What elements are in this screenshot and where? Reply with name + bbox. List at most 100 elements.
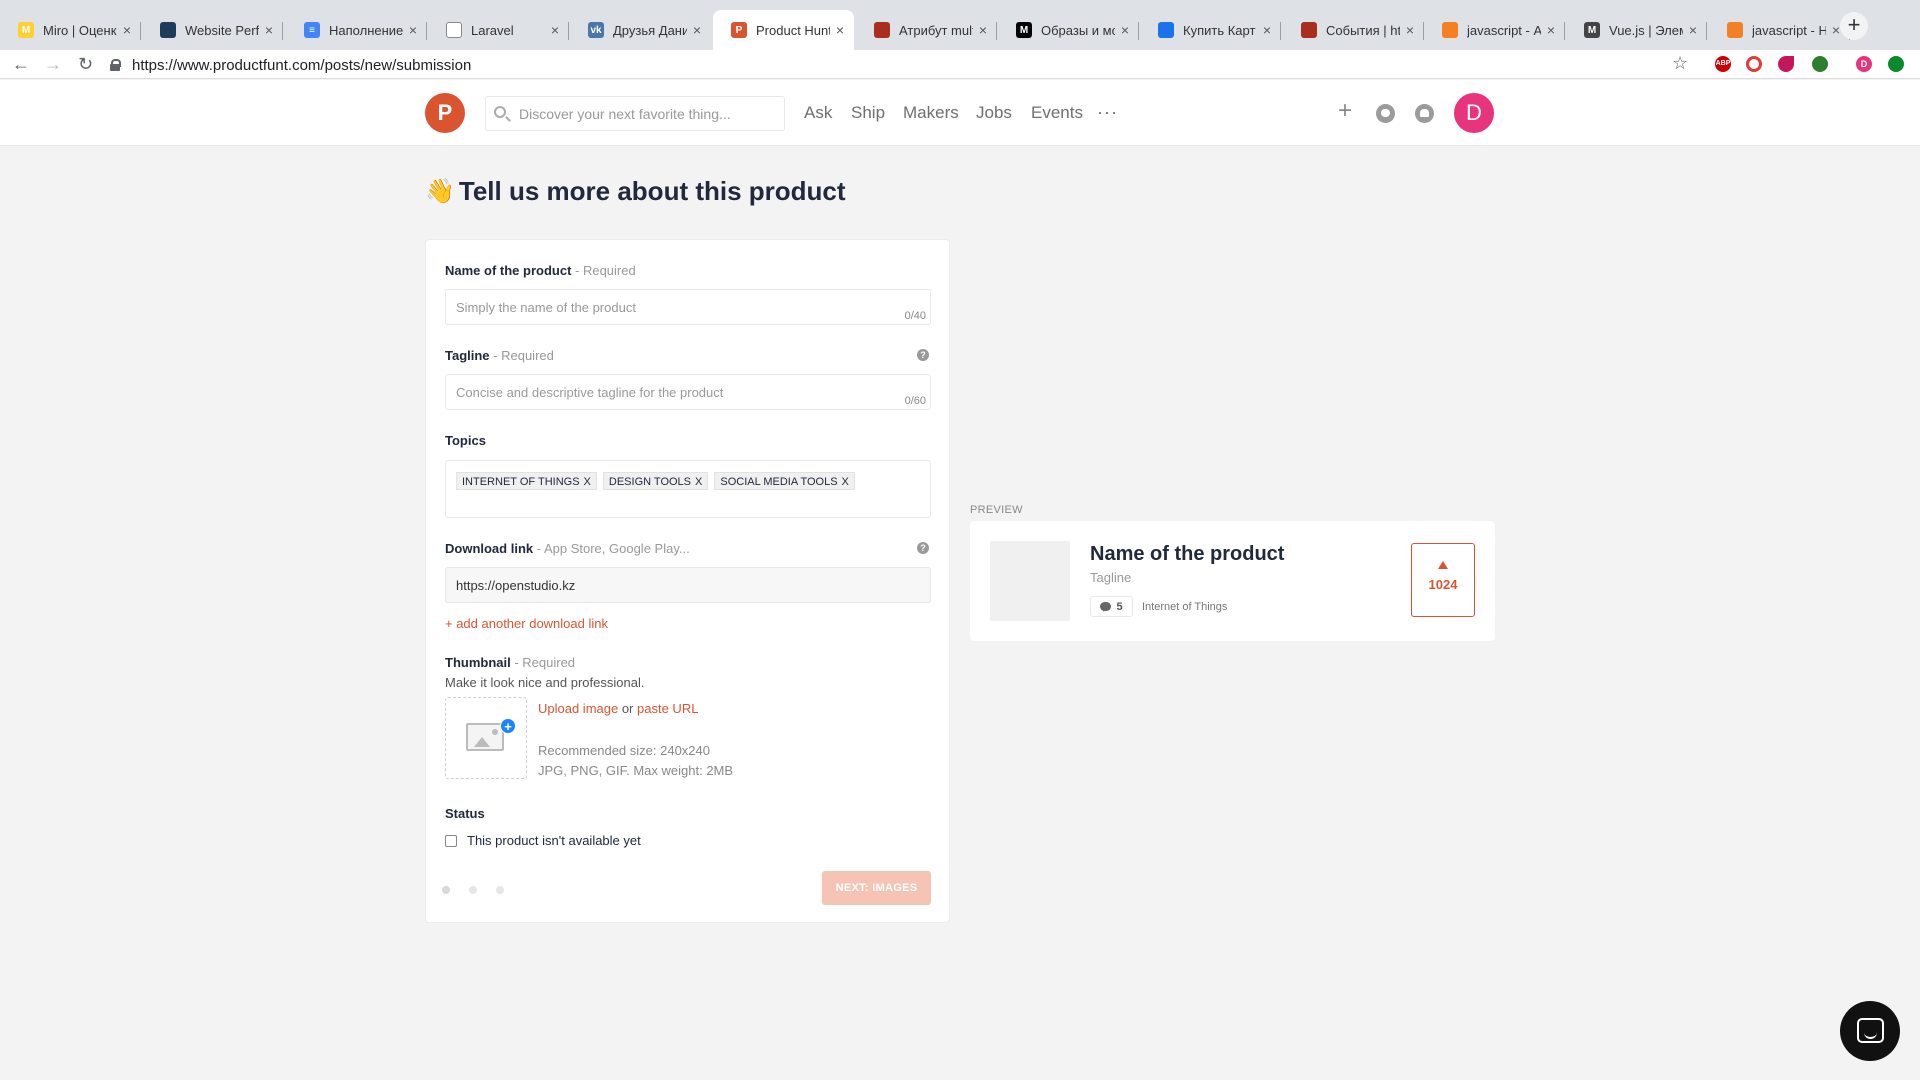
address-bar: ← → ↻ https://www.productfunt.com/posts/…	[0, 50, 1920, 79]
url-field[interactable]: https://www.productfunt.com/posts/new/su…	[110, 52, 1700, 78]
lock-icon	[110, 59, 121, 71]
browser-tab[interactable]: Купить Карт ×	[1140, 10, 1281, 50]
document-icon	[446, 22, 462, 38]
close-tab-icon[interactable]: ×	[123, 22, 131, 38]
metanit-icon: M	[1584, 22, 1600, 38]
nav-jobs[interactable]: Jobs	[976, 103, 1012, 123]
preview-tagline: Tagline	[1090, 570, 1132, 585]
tagline-input[interactable]	[446, 375, 930, 409]
new-tab-button[interactable]: +	[1840, 12, 1868, 40]
nav-events[interactable]: Events	[1031, 103, 1083, 123]
grammarly-extension-icon[interactable]	[1812, 56, 1828, 72]
close-tab-icon[interactable]: ×	[1547, 22, 1555, 38]
messages-icon[interactable]	[1376, 104, 1395, 123]
close-tab-icon[interactable]: ×	[1689, 22, 1697, 38]
unavailable-checkbox-row[interactable]: This product isn't available yet	[445, 833, 641, 848]
target-extension-icon[interactable]	[1746, 56, 1762, 72]
profile-avatar-icon[interactable]: D	[1856, 56, 1872, 72]
htmlbook-icon	[874, 22, 890, 38]
image-placeholder-icon	[466, 723, 504, 751]
tab-title: Друзья Дани	[613, 22, 687, 38]
download-help-icon[interactable]: ?	[917, 542, 929, 554]
preview-thumbnail	[990, 541, 1070, 621]
close-tab-icon[interactable]: ×	[1832, 22, 1840, 38]
next-images-button[interactable]: NEXT: IMAGES	[822, 871, 931, 905]
close-tab-icon[interactable]: ×	[693, 22, 701, 38]
tab-title: Купить Карт	[1183, 22, 1256, 38]
remove-topic-icon[interactable]: X	[695, 476, 702, 488]
forward-arrow-icon[interactable]: →	[44, 54, 62, 75]
htmlbook-icon	[1301, 22, 1317, 38]
close-tab-icon[interactable]: ×	[551, 22, 559, 38]
close-tab-icon[interactable]: ×	[836, 22, 844, 38]
topics-input[interactable]: INTERNET OF THINGS X DESIGN TOOLS X SOCIAL M…	[445, 460, 931, 518]
remove-topic-icon[interactable]: X	[842, 476, 849, 488]
remove-topic-icon[interactable]: X	[584, 476, 591, 488]
add-image-icon[interactable]: +	[500, 718, 516, 734]
search-box[interactable]	[485, 96, 785, 131]
browser-tab[interactable]: Laravel ×	[428, 10, 569, 50]
upvote-arrow-icon	[1438, 561, 1448, 569]
back-arrow-icon[interactable]: ←	[12, 54, 30, 75]
browser-tab[interactable]: M Vue.js | Элем ×	[1566, 10, 1707, 50]
nav-ask[interactable]: Ask	[804, 103, 832, 123]
adblock-extension-icon[interactable]: ABP	[1715, 56, 1731, 72]
topic-chip: INTERNET OF THINGS X	[456, 472, 597, 490]
search-input[interactable]	[519, 105, 769, 122]
bookmark-star-icon[interactable]: ☆	[1672, 53, 1688, 74]
name-input[interactable]	[446, 290, 930, 324]
name-field[interactable]: 0/40	[445, 289, 931, 325]
browser-tab[interactable]: События | htm ×	[1283, 10, 1424, 50]
browser-tab[interactable]: javascript - А ×	[1424, 10, 1565, 50]
tab-title: Miro | Оценк	[43, 22, 117, 38]
download-link-field[interactable]	[445, 567, 931, 603]
paste-url-link[interactable]: paste URL	[637, 701, 698, 716]
close-tab-icon[interactable]: ×	[409, 22, 417, 38]
preview-card: Name of the product Tagline 5 Internet o…	[970, 521, 1495, 641]
notifications-icon[interactable]	[1415, 104, 1434, 123]
extension-icon[interactable]	[1888, 56, 1904, 72]
tagline-counter: 0/60	[904, 395, 926, 407]
upvote-button[interactable]: 1024	[1411, 543, 1475, 617]
unavailable-checkbox[interactable]	[445, 834, 457, 847]
download-link-label: Download link - App Store, Google Play..…	[445, 541, 690, 556]
preview-comments: 5	[1090, 596, 1133, 617]
thumbnail-hint: Make it look nice and professional.	[445, 675, 645, 690]
url-text[interactable]: https://www.productfunt.com/posts/new/su…	[132, 57, 471, 74]
tagline-help-icon[interactable]: ?	[917, 349, 929, 361]
user-avatar[interactable]: D	[1454, 93, 1494, 133]
browser-tab[interactable]: P Product Hunt ×	[713, 10, 854, 50]
browser-tab[interactable]: ≡ Наполнение ×	[286, 10, 427, 50]
browser-tab[interactable]: Website Perfo ×	[142, 10, 283, 50]
reload-icon[interactable]: ↻	[78, 54, 93, 75]
step-dot-2	[469, 886, 477, 894]
browser-tab[interactable]: Атрибут mult ×	[856, 10, 997, 50]
site-header: P Ask Ship Makers Jobs Events ··· + D	[0, 80, 1920, 146]
download-link-input[interactable]	[446, 568, 930, 602]
browser-tab[interactable]: M Miro | Оценк ×	[0, 10, 141, 50]
upload-image-link[interactable]: Upload image	[538, 701, 618, 716]
close-tab-icon[interactable]: ×	[1406, 22, 1414, 38]
tagline-field[interactable]: 0/60	[445, 374, 931, 410]
moon-extension-icon[interactable]	[1778, 56, 1794, 72]
close-tab-icon[interactable]: ×	[265, 22, 273, 38]
close-tab-icon[interactable]: ×	[1263, 22, 1271, 38]
close-tab-icon[interactable]: ×	[979, 22, 987, 38]
thumbnail-dropzone[interactable]: +	[445, 697, 527, 779]
add-post-icon[interactable]: +	[1338, 97, 1352, 125]
browser-tab[interactable]: javascript - Н ×	[1709, 10, 1850, 50]
browser-tab[interactable]: vk Друзья Дани ×	[570, 10, 711, 50]
topic-chip: SOCIAL MEDIA TOOLS X	[714, 472, 855, 490]
chat-launcher-icon[interactable]	[1840, 1001, 1900, 1061]
thumbnail-label: Thumbnail - Required	[445, 655, 576, 670]
close-tab-icon[interactable]: ×	[1121, 22, 1129, 38]
product-hunt-logo[interactable]: P	[425, 93, 465, 133]
preview-label: PREVIEW	[970, 504, 1023, 516]
name-label: Name of the product - Required	[445, 263, 636, 278]
nav-makers[interactable]: Makers	[903, 103, 959, 123]
nav-ship[interactable]: Ship	[851, 103, 885, 123]
browser-tab[interactable]: M Образы и мо ×	[998, 10, 1139, 50]
add-download-link[interactable]: + add another download link	[445, 616, 608, 631]
unavailable-checkbox-label[interactable]: This product isn't available yet	[467, 833, 641, 848]
more-menu-icon[interactable]: ···	[1097, 102, 1118, 123]
